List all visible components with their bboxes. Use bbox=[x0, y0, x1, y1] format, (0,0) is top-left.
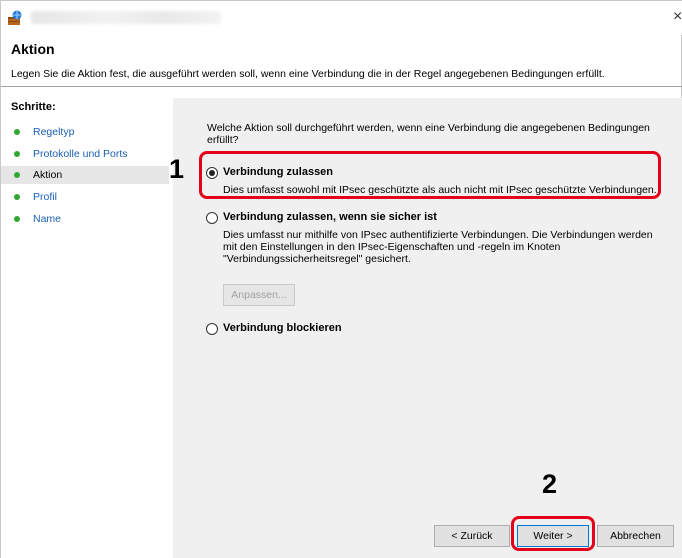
callout-number-2: 2 bbox=[542, 469, 558, 499]
callout-number-1: 1 bbox=[169, 154, 185, 184]
sidebar-item-label: Protokolle und Ports bbox=[33, 148, 128, 160]
sidebar-item-aktion[interactable]: Aktion bbox=[1, 166, 169, 184]
action-question: Welche Aktion soll durchgeführt werden, … bbox=[207, 122, 650, 146]
sidebar-item-label: Aktion bbox=[33, 169, 63, 181]
firewall-app-icon bbox=[8, 10, 22, 25]
sidebar-item-regeltyp[interactable]: Regeltyp bbox=[1, 123, 169, 141]
title-bar: × bbox=[1, 1, 682, 35]
step-dot-icon bbox=[14, 172, 20, 178]
sidebar-item-name[interactable]: Name bbox=[1, 210, 169, 228]
sidebar-item-label: Regeltyp bbox=[33, 126, 75, 138]
back-button[interactable]: < Zurück bbox=[434, 525, 510, 547]
sidebar-item-label: Name bbox=[33, 213, 62, 225]
option-allow-secure-description: Dies umfasst nur mithilfe von IPsec auth… bbox=[223, 229, 653, 265]
highlight-box-next-button bbox=[511, 516, 595, 551]
sidebar-item-protokolle[interactable]: Protokolle und Ports bbox=[1, 145, 169, 163]
radio-block-connection[interactable] bbox=[206, 323, 218, 335]
customize-button[interactable]: Anpassen... bbox=[223, 284, 295, 306]
page-title: Aktion bbox=[11, 41, 55, 57]
option-allow-secure-label[interactable]: Verbindung zulassen, wenn sie sicher ist bbox=[223, 211, 437, 223]
radio-allow-secure[interactable] bbox=[206, 212, 218, 224]
sidebar-item-profil[interactable]: Profil bbox=[1, 188, 169, 206]
cancel-button[interactable]: Abbrechen bbox=[597, 525, 674, 547]
step-dot-icon bbox=[14, 129, 20, 135]
step-dot-icon bbox=[14, 194, 20, 200]
sidebar-item-label: Profil bbox=[33, 191, 57, 203]
highlight-box-option-allow bbox=[199, 151, 661, 199]
step-dot-icon bbox=[14, 216, 20, 222]
window-title-blurred bbox=[31, 11, 221, 24]
close-icon[interactable]: × bbox=[673, 8, 682, 26]
steps-sidebar: Schritte: Regeltyp Protokolle und Ports … bbox=[1, 87, 173, 558]
steps-title: Schritte: bbox=[11, 101, 56, 113]
step-dot-icon bbox=[14, 151, 20, 157]
page-description: Legen Sie die Aktion fest, die ausgeführ… bbox=[11, 68, 605, 80]
wizard-window: × Aktion Legen Sie die Aktion fest, die … bbox=[0, 0, 682, 558]
option-block-label[interactable]: Verbindung blockieren bbox=[223, 322, 342, 334]
